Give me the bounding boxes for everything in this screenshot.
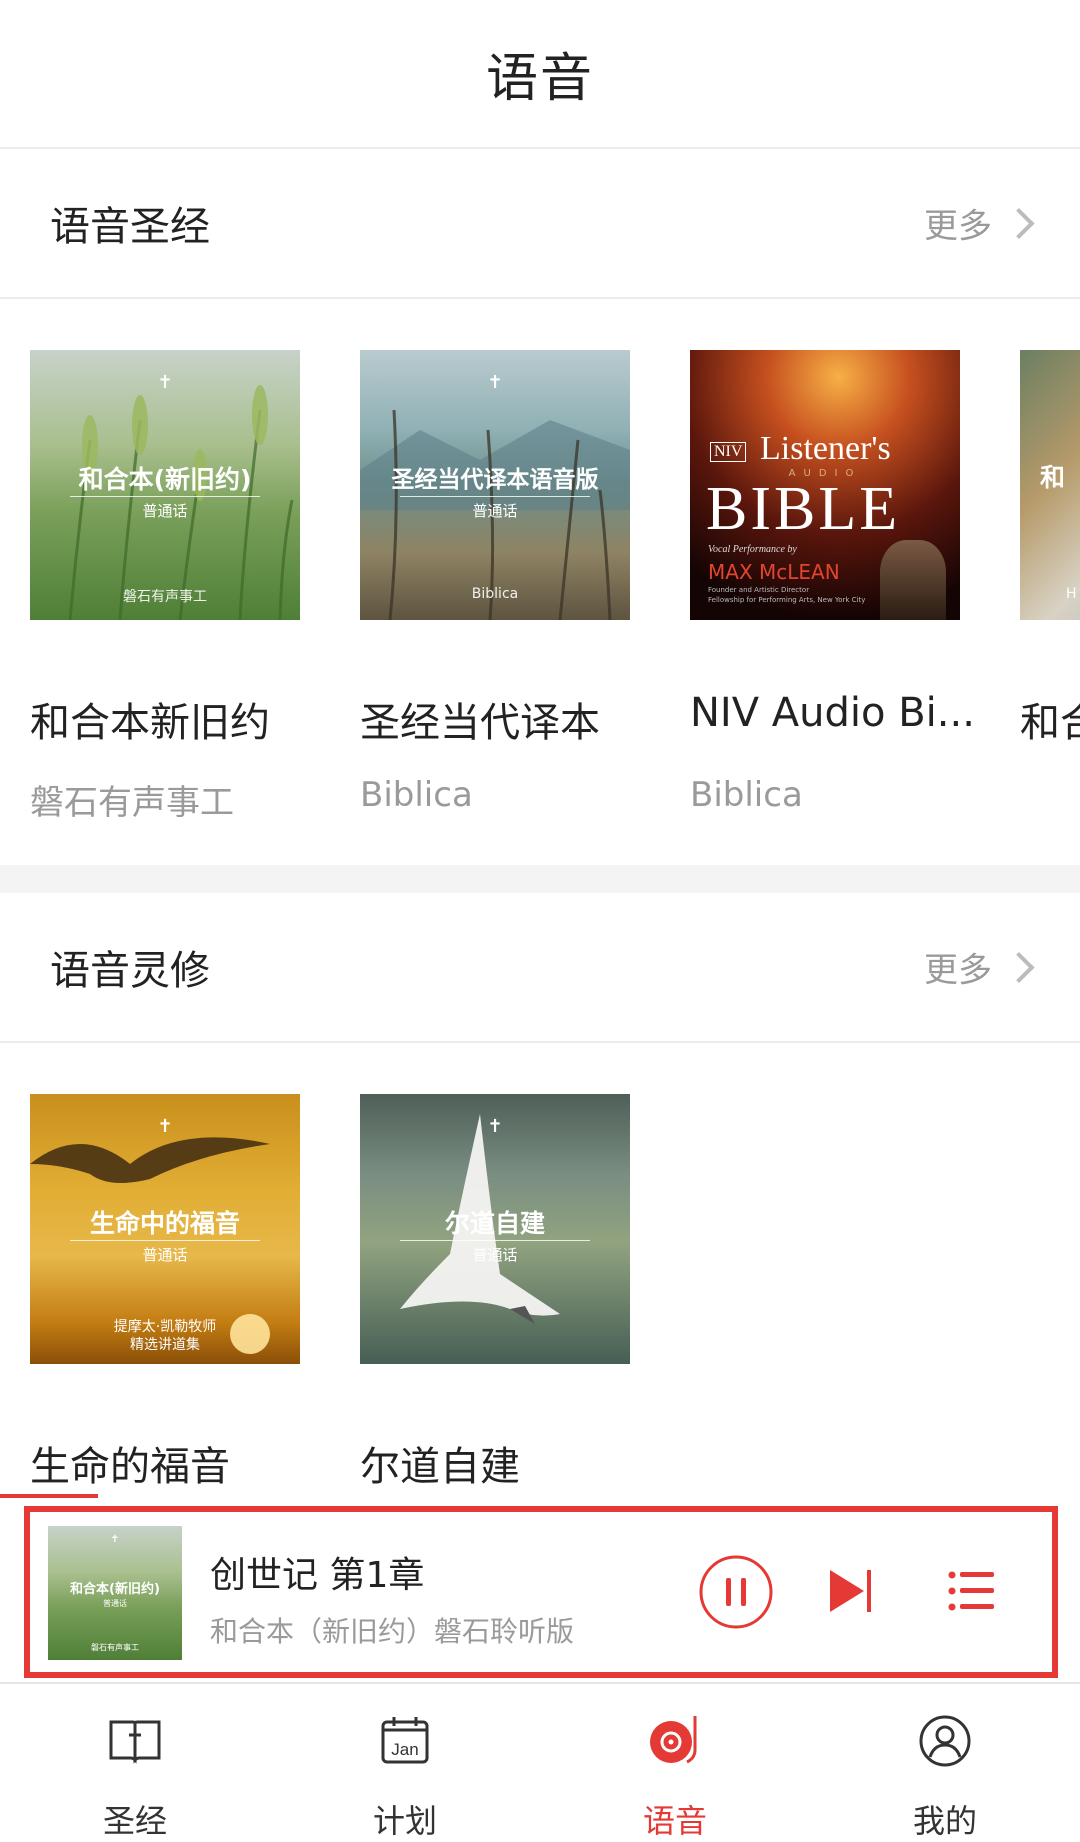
devotional-section-header: 语音灵修 更多: [0, 893, 1080, 1043]
cover-title: 尔道自建: [444, 1209, 545, 1238]
audio-bible-section-header: 语音圣经 更多: [0, 149, 1080, 299]
cover-title: 和: [1040, 463, 1066, 492]
cover-divider: [400, 1240, 590, 1241]
chevron-right-icon: [1003, 207, 1035, 239]
card-title: 和合本新旧约: [30, 700, 270, 746]
tab-me[interactable]: 我的: [810, 1684, 1080, 1840]
tab-label: 圣经: [102, 1802, 167, 1840]
bible-book-icon: [109, 1720, 161, 1764]
now-playing-bar[interactable]: ✝ 和合本(新旧约) 普通话 磐石有声事工 创世记 第1章 和合本（新旧约）磐石…: [24, 1506, 1058, 1678]
playback-progress-bar: [0, 1494, 98, 1498]
now-playing-subtitle: 和合本（新旧约）磐石聆听版: [210, 1615, 575, 1648]
section-separator: [0, 865, 1080, 893]
tab-label: 语音: [642, 1802, 707, 1840]
cover-divider: [70, 1240, 260, 1241]
devotional-list[interactable]: ✝ 生命中的福音 普通话 提摩太·凯勒牧师 精选讲道集 生命的福音 ✝ 尔道自建…: [0, 1094, 1080, 1494]
devotional-card[interactable]: ✝ 尔道自建 普通话 尔道自建: [360, 1094, 630, 1490]
cover-image-gull-sunset: ✝ 生命中的福音 普通话 提摩太·凯勒牧师 精选讲道集: [30, 1094, 300, 1364]
audio-bible-list[interactable]: ✝ 和合本(新旧约) 普通话 磐石有声事工 和合本新旧约 磐石有声事工 ✝ 圣经…: [0, 350, 1080, 830]
card-title: 圣经当代译本: [360, 700, 600, 746]
cross-icon: ✝: [157, 372, 173, 393]
cover-narrator: MAX McLEAN: [708, 560, 840, 584]
cover-credit-2: Fellowship for Performing Arts, New York…: [708, 596, 866, 604]
cover-footer: Biblica: [471, 586, 519, 602]
tab-audio[interactable]: 语音: [540, 1684, 810, 1840]
cover-credit-1: Founder and Artistic Director: [708, 586, 810, 594]
more-label: 更多: [924, 950, 992, 991]
page-header: 语音: [0, 0, 1080, 149]
cover-title-top: Listener's: [760, 430, 891, 467]
cross-icon: ✝: [487, 372, 503, 393]
user-profile-icon: [919, 1715, 971, 1767]
audio-bible-card[interactable]: ✝ 和合本(新旧约) 普通话 磐石有声事工 和合本新旧约 磐石有声事工: [30, 350, 300, 823]
cover-footer: 磐石有声事工: [123, 589, 207, 605]
page-title: 语音: [485, 49, 594, 109]
calendar-icon: Jan: [381, 1717, 429, 1764]
cross-icon: ✝: [110, 1534, 120, 1545]
more-label: 更多: [924, 206, 992, 247]
card-publisher: Biblica: [690, 775, 803, 815]
card-publisher: Biblica: [360, 775, 473, 815]
thumb-dialect: 普通话: [103, 1599, 127, 1608]
tab-label: 我的: [912, 1802, 977, 1840]
thumb-footer: 磐石有声事工: [91, 1643, 139, 1652]
cover-dialect: 普通话: [472, 502, 518, 520]
now-playing-title: 创世记 第1章: [210, 1555, 425, 1596]
cover-image-open-book: 和 H: [1020, 350, 1080, 620]
cover-dialect: 普通话: [472, 1246, 518, 1264]
bottom-tab-bar: 圣经 Jan 计划 语音 我的: [0, 1682, 1080, 1840]
cover-title: 和合本(新旧约): [78, 465, 252, 494]
cover-footer: H: [1066, 586, 1077, 602]
card-title: 和合: [1020, 700, 1080, 746]
section-title-devotional: 语音灵修: [50, 948, 210, 994]
narrator-portrait: [880, 540, 946, 620]
niv-badge: NIV: [710, 442, 747, 462]
cover-vocal: Vocal Performance by: [708, 544, 797, 555]
tab-plan[interactable]: Jan 计划: [270, 1684, 540, 1840]
list-icon: [948, 1571, 994, 1611]
devotional-more-link[interactable]: 更多: [924, 943, 1035, 992]
audio-bible-more-link[interactable]: 更多: [924, 199, 1035, 248]
cover-image-seagull: ✝ 尔道自建 普通话: [360, 1094, 630, 1364]
skip-next-icon: [830, 1570, 871, 1612]
cover-dialect: 普通话: [142, 1246, 188, 1264]
audio-bible-card[interactable]: NIV Listener's AUDIO BIBLE Vocal Perform…: [690, 350, 975, 815]
pause-button[interactable]: [698, 1554, 774, 1634]
audio-bible-card[interactable]: ✝ 圣经当代译本语音版 普通话 Biblica 圣经当代译本 Biblica: [360, 350, 630, 815]
card-title: 尔道自建: [360, 1444, 520, 1490]
tab-bible[interactable]: 圣经: [0, 1684, 270, 1840]
svg-text:Jan: Jan: [391, 1740, 418, 1759]
cover-divider: [400, 496, 590, 497]
cross-icon: ✝: [157, 1116, 173, 1137]
thumb-title: 和合本(新旧约): [70, 1582, 160, 1597]
cover-image-mountains: ✝ 圣经当代译本语音版 普通话 Biblica: [360, 350, 630, 620]
card-title: NIV Audio Bi...: [690, 690, 975, 736]
cover-image-wheat: ✝ 和合本(新旧约) 普通话 磐石有声事工: [30, 350, 300, 620]
cover-dialect: 普通话: [142, 502, 188, 520]
chevron-right-icon: [1003, 951, 1035, 983]
devotional-card[interactable]: ✝ 生命中的福音 普通话 提摩太·凯勒牧师 精选讲道集 生命的福音: [30, 1094, 300, 1490]
cover-footer: 提摩太·凯勒牧师: [113, 1319, 217, 1335]
card-publisher: 磐石有声事工: [30, 783, 234, 823]
record-player-icon: [650, 1716, 697, 1764]
cross-icon: ✝: [487, 1116, 503, 1137]
pause-icon: [699, 1555, 773, 1629]
card-title: 生命的福音: [30, 1444, 230, 1490]
cover-divider: [70, 496, 260, 497]
next-track-button[interactable]: [826, 1566, 876, 1620]
audio-bible-card[interactable]: 和 H 和合: [1020, 350, 1080, 746]
tab-label: 计划: [372, 1802, 437, 1840]
section-title-audio-bible: 语音圣经: [50, 204, 210, 250]
now-playing-cover: ✝ 和合本(新旧约) 普通话 磐石有声事工: [48, 1526, 182, 1660]
cover-title-main: BIBLE: [706, 475, 901, 543]
cover-title: 圣经当代译本语音版: [391, 467, 599, 493]
cover-image-niv: NIV Listener's AUDIO BIBLE Vocal Perform…: [690, 350, 960, 620]
cover-title: 生命中的福音: [89, 1209, 240, 1238]
cover-footer: 精选讲道集: [130, 1337, 200, 1353]
playlist-button[interactable]: [948, 1570, 996, 1616]
